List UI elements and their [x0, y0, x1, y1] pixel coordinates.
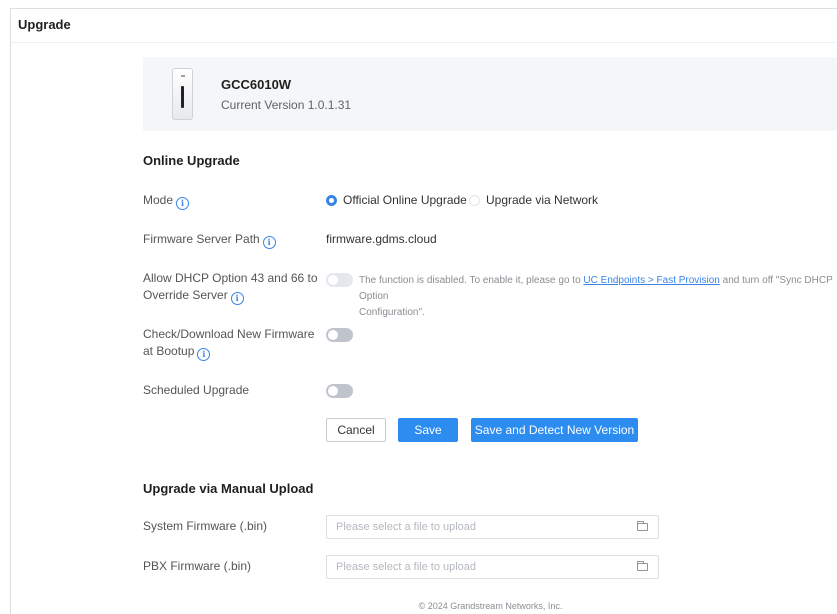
dhcp-option-toggle: [326, 273, 353, 287]
firmware-server-path-label-text: Firmware Server Path: [143, 232, 260, 246]
pbx-firmware-upload-input[interactable]: Please select a file to upload: [326, 555, 659, 579]
system-firmware-label: System Firmware (.bin): [143, 519, 268, 533]
info-icon[interactable]: i: [230, 292, 244, 305]
radio-unselected-icon[interactable]: [469, 194, 480, 206]
dhcp-option-label: Allow DHCP Option 43 and 66 to Override …: [143, 270, 318, 305]
mode-label-text: Mode: [143, 193, 174, 207]
dhcp-option-label-line1: Allow DHCP Option 43 and 66 to: [143, 271, 318, 285]
dhcp-option-label-line2: Override Server: [143, 288, 228, 302]
info-icon[interactable]: i: [197, 348, 211, 361]
radio-selected-icon[interactable]: [326, 194, 337, 206]
pbx-firmware-label: PBX Firmware (.bin): [143, 559, 252, 573]
firmware-server-path-value: firmware.gdms.cloud: [326, 232, 437, 246]
mode-label: Mode i: [143, 192, 318, 210]
radio-official-online-upgrade[interactable]: Official Online Upgrade: [326, 193, 467, 207]
firmware-server-path-label: Firmware Server Path i: [143, 231, 318, 249]
system-firmware-upload-input[interactable]: Please select a file to upload: [326, 515, 659, 539]
device-card: GCC6010W Current Version 1.0.1.31: [143, 57, 837, 131]
check-at-bootup-label: Check/Download New Firmware at Bootup i: [143, 326, 318, 361]
info-icon[interactable]: i: [262, 236, 276, 249]
scheduled-upgrade-toggle[interactable]: [326, 384, 353, 398]
device-light-bar: [181, 86, 184, 108]
title-divider: [11, 42, 837, 43]
folder-icon[interactable]: [637, 521, 648, 531]
check-at-bootup-toggle[interactable]: [326, 328, 353, 342]
upload-placeholder: Please select a file to upload: [336, 521, 477, 533]
check-at-bootup-label-line1: Check/Download New Firmware: [143, 327, 315, 341]
radio-label: Official Online Upgrade: [343, 193, 467, 207]
note-prefix: The function is disabled. To enable it, …: [359, 275, 581, 286]
device-model: GCC6010W: [221, 77, 292, 92]
online-upgrade-title: Online Upgrade: [143, 153, 240, 168]
note-suffix: Configuration".: [359, 307, 425, 318]
radio-label: Upgrade via Network: [486, 193, 599, 207]
manual-upload-title: Upgrade via Manual Upload: [143, 481, 314, 496]
upload-placeholder: Please select a file to upload: [336, 561, 477, 573]
check-at-bootup-label-line2: at Bootup: [143, 344, 195, 358]
save-button[interactable]: Save: [398, 418, 458, 442]
radio-upgrade-via-network[interactable]: Upgrade via Network: [469, 193, 598, 207]
dhcp-disabled-note: The function is disabled. To enable it, …: [359, 273, 837, 321]
device-current-version: Current Version 1.0.1.31: [221, 98, 352, 112]
fast-provision-link[interactable]: UC Endpoints > Fast Provision: [583, 275, 719, 286]
scheduled-upgrade-label: Scheduled Upgrade: [143, 383, 250, 397]
folder-icon[interactable]: [637, 561, 648, 571]
cancel-button[interactable]: Cancel: [326, 418, 386, 442]
device-tower-icon: [172, 68, 193, 120]
page-title: Upgrade: [18, 17, 71, 32]
save-and-detect-button[interactable]: Save and Detect New Version: [471, 418, 638, 442]
footer-copyright: © 2024 Grandstream Networks, Inc.: [418, 601, 563, 611]
device-indicator: [181, 75, 185, 77]
info-icon[interactable]: i: [176, 197, 190, 210]
